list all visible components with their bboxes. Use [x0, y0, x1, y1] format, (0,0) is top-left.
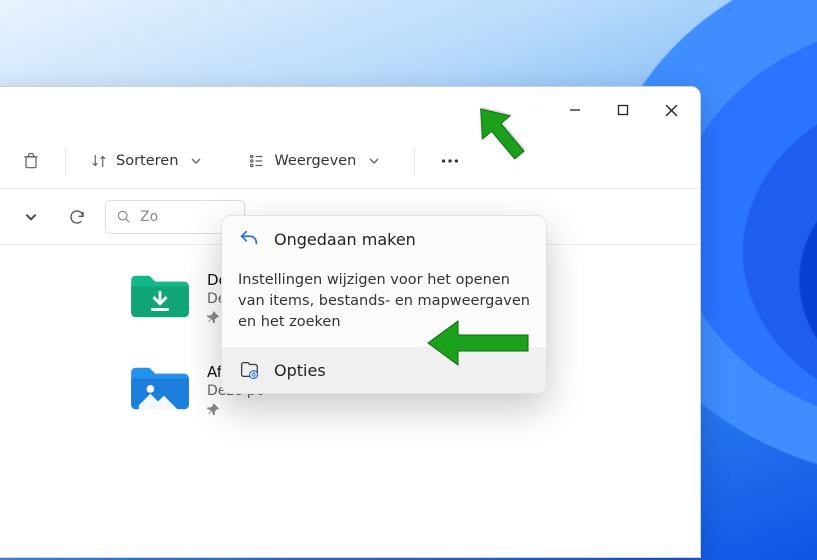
desktop-background: Sorteren Weergeven	[0, 0, 817, 560]
callout-arrow-icon	[418, 308, 538, 378]
nav-dropdown-button[interactable]	[13, 199, 49, 235]
sort-label: Sorteren	[116, 153, 178, 169]
file-explorer-window: Sorteren Weergeven	[0, 86, 701, 558]
sort-button[interactable]: Sorteren	[78, 146, 214, 176]
minimize-button[interactable]	[552, 87, 598, 133]
delete-button[interactable]	[9, 145, 53, 177]
pin-icon	[207, 403, 306, 421]
options-label: Opties	[274, 361, 326, 380]
sort-icon	[90, 152, 108, 170]
separator	[414, 147, 415, 175]
pictures-folder-icon	[129, 363, 191, 413]
ellipsis-icon	[439, 150, 461, 172]
refresh-button[interactable]	[59, 199, 95, 235]
callout-arrow-icon	[460, 92, 540, 172]
command-bar: Sorteren Weergeven	[0, 133, 700, 189]
view-icon	[248, 152, 266, 170]
options-icon	[238, 359, 260, 381]
refresh-icon	[68, 208, 86, 226]
chevron-down-icon	[368, 155, 380, 167]
titlebar	[0, 87, 700, 133]
search-icon	[116, 209, 132, 225]
chevron-down-icon	[190, 155, 202, 167]
search-value: Zo	[140, 209, 158, 225]
view-label: Weergeven	[274, 153, 356, 169]
chevron-down-icon	[24, 210, 38, 224]
undo-icon	[238, 228, 260, 250]
undo-menu-item[interactable]: Ongedaan maken	[222, 216, 546, 262]
maximize-button[interactable]	[600, 87, 646, 133]
view-button[interactable]: Weergeven	[236, 146, 392, 176]
downloads-folder-icon	[129, 271, 191, 321]
close-button[interactable]	[648, 87, 694, 133]
separator	[65, 147, 66, 175]
undo-label: Ongedaan maken	[274, 230, 416, 249]
trash-icon	[21, 151, 41, 171]
